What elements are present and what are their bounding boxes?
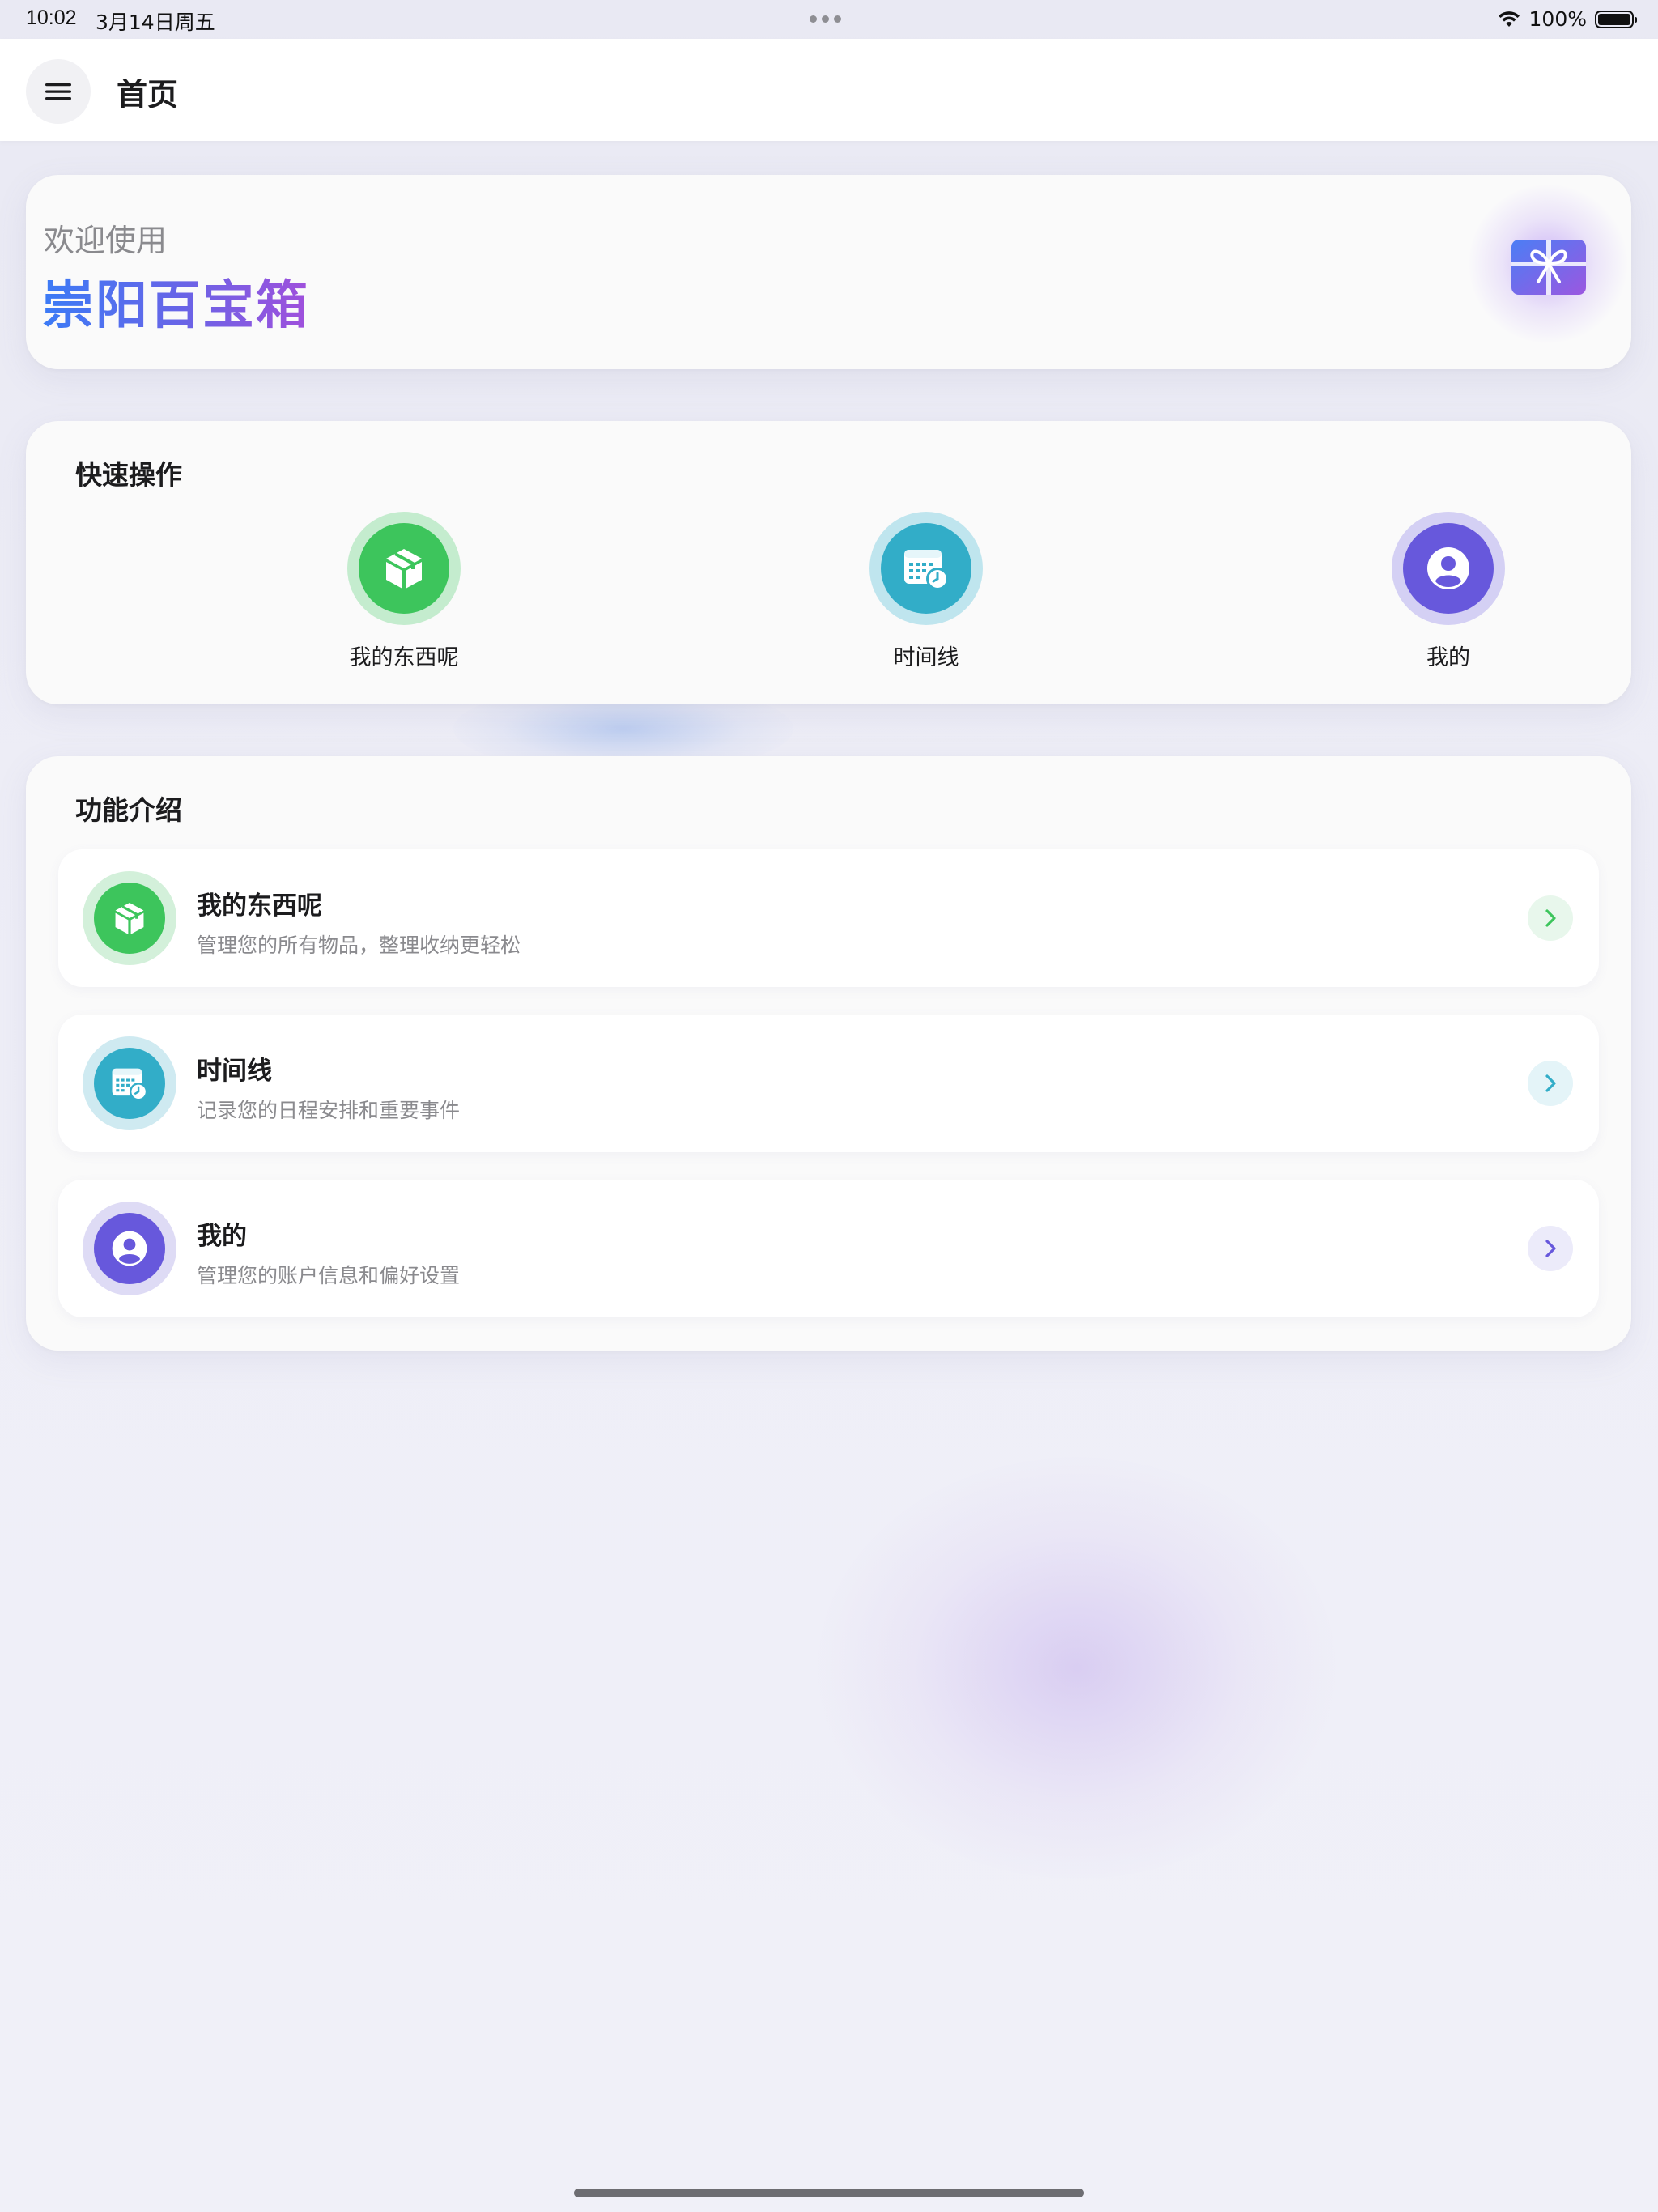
- user-icon: [1427, 547, 1469, 589]
- feature-description: 管理您的账户信息和偏好设置: [197, 1264, 461, 1287]
- quick-actions-title: 快速操作: [75, 459, 182, 491]
- feature-icon-ring: [83, 1036, 176, 1130]
- feature-title: 时间线: [197, 1057, 272, 1086]
- quick-action-my-items[interactable]: 我的东西呢: [307, 512, 501, 671]
- status-indicators: 100%: [1497, 7, 1637, 31]
- welcome-card: 欢迎使用 崇阳百宝箱: [26, 175, 1631, 369]
- box-icon: [115, 902, 144, 934]
- quick-action-label: 我的: [1426, 645, 1470, 670]
- chevron-right-icon[interactable]: [1528, 895, 1573, 941]
- wifi-icon: [1498, 11, 1520, 27]
- feature-icon-ring: [83, 1202, 176, 1295]
- quick-action-icon-ring: [347, 512, 461, 625]
- feature-row-profile[interactable]: 我的 管理您的账户信息和偏好设置: [58, 1180, 1599, 1317]
- quick-action-profile[interactable]: 我的: [1351, 512, 1545, 671]
- status-date: 3月14日周五: [96, 11, 215, 34]
- feature-icon-ring: [83, 871, 176, 965]
- feature-title: 我的: [197, 1222, 247, 1251]
- feature-row-timeline[interactable]: 时间线 记录您的日程安排和重要事件: [58, 1015, 1599, 1152]
- box-icon: [386, 549, 422, 589]
- battery-fill: [1598, 13, 1630, 25]
- navigation-bar: 首页: [0, 39, 1658, 141]
- features-card: 功能介绍 我的东西呢 管理您的所有物品，整理收纳更轻松 时间线 记录您的日程安排…: [26, 756, 1631, 1351]
- app-name-title: 崇阳百宝箱: [42, 264, 309, 338]
- quick-action-label: 我的东西呢: [349, 645, 459, 670]
- feature-description: 记录您的日程安排和重要事件: [197, 1099, 461, 1122]
- status-time: 10:02: [26, 6, 77, 29]
- home-indicator[interactable]: [574, 2189, 1084, 2197]
- quick-actions-card: 快速操作 我的东西呢 时间线 我的: [26, 421, 1631, 704]
- calendar-clock-icon: [112, 1068, 148, 1101]
- user-icon: [112, 1231, 147, 1266]
- quick-action-icon-ring: [869, 512, 983, 625]
- calendar-clock-icon: [904, 550, 949, 590]
- feature-row-my-items[interactable]: 我的东西呢 管理您的所有物品，整理收纳更轻松: [58, 849, 1599, 987]
- quick-action-label: 时间线: [893, 645, 959, 670]
- welcome-subtitle: 欢迎使用: [44, 223, 168, 258]
- gift-icon: [1511, 240, 1586, 295]
- background-glow-purple: [818, 1457, 1336, 1878]
- page-title: 首页: [117, 77, 179, 113]
- multitasking-dots-icon[interactable]: [810, 15, 841, 23]
- quick-action-timeline[interactable]: 时间线: [829, 512, 1023, 671]
- battery-percent: 100%: [1528, 7, 1587, 31]
- chevron-right-icon[interactable]: [1528, 1226, 1573, 1271]
- feature-description: 管理您的所有物品，整理收纳更轻松: [197, 934, 521, 957]
- menu-button[interactable]: [26, 59, 91, 124]
- features-title: 功能介绍: [75, 794, 182, 826]
- quick-action-icon-ring: [1392, 512, 1505, 625]
- chevron-right-icon[interactable]: [1528, 1061, 1573, 1106]
- battery-icon: [1595, 10, 1637, 28]
- feature-title: 我的东西呢: [197, 891, 322, 921]
- status-bar: 10:02 3月14日周五 100%: [0, 0, 1658, 39]
- hamburger-menu-icon: [45, 83, 71, 100]
